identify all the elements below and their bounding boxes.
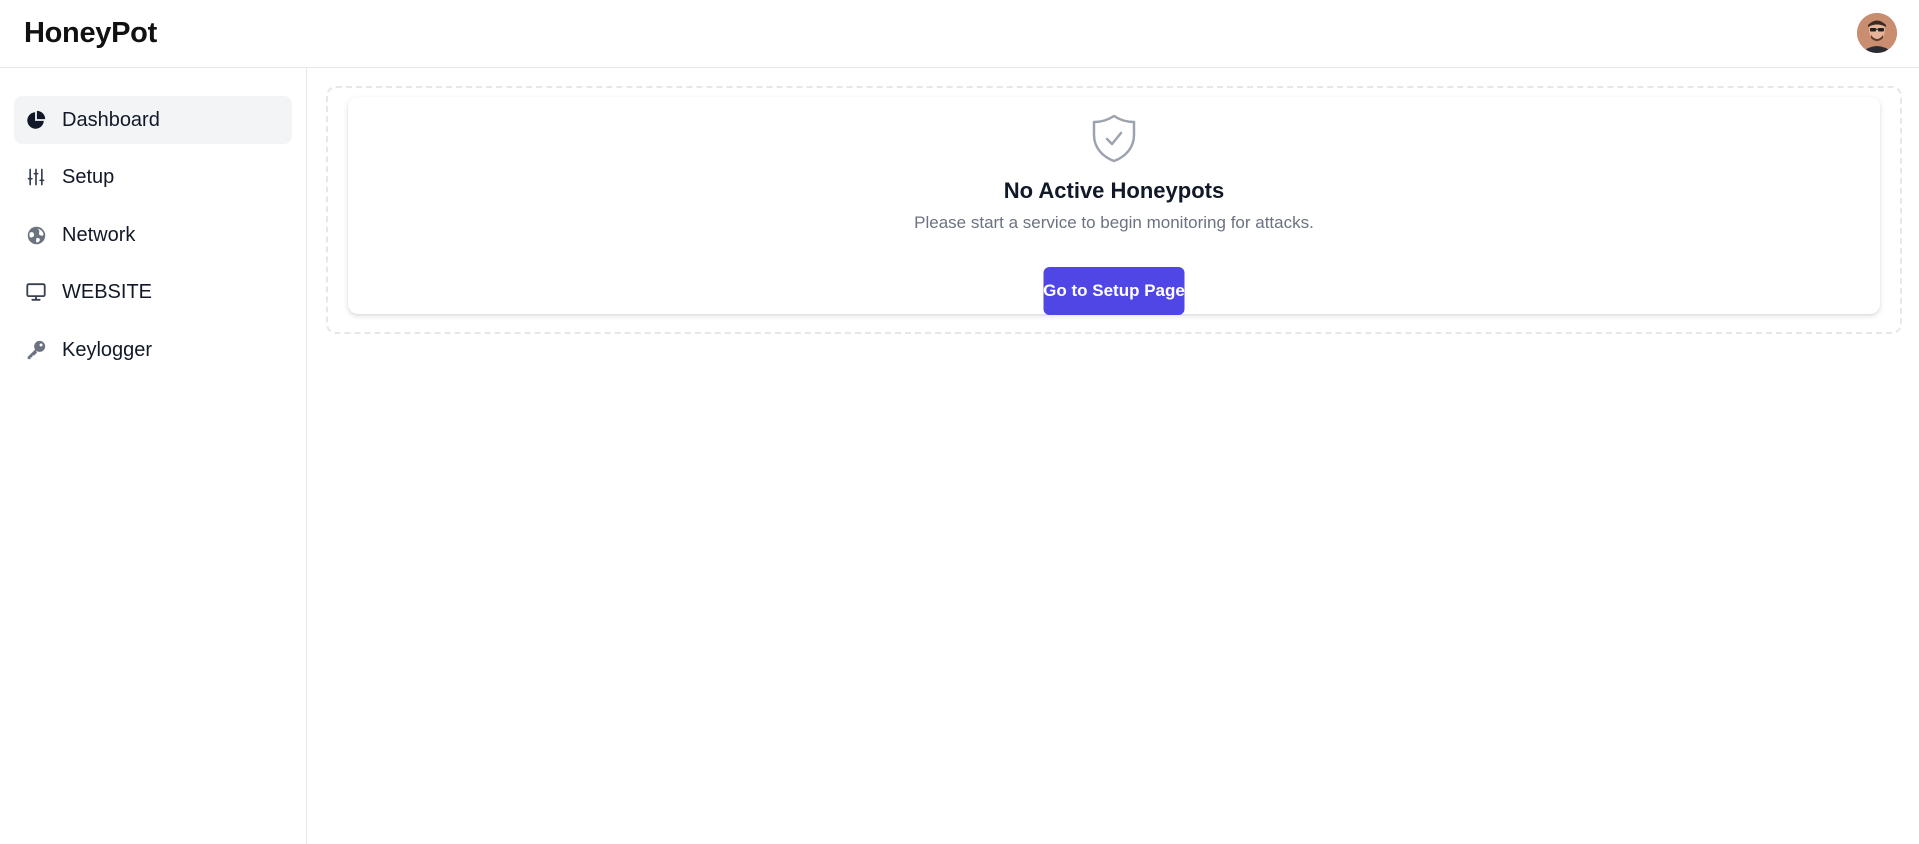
sidebar-item-label: Dashboard [62, 109, 160, 131]
empty-state-title: No Active Honeypots [1003, 178, 1225, 203]
pie-chart-icon [24, 108, 48, 132]
sliders-icon [24, 165, 48, 189]
top-bar: HoneyPot [0, 0, 1919, 68]
avatar-image [1857, 13, 1897, 53]
key-icon [24, 338, 48, 362]
monitor-icon [24, 280, 48, 304]
user-avatar[interactable] [1857, 13, 1897, 53]
app-title: HoneyPot [24, 17, 157, 49]
sidebar: Dashboard Setup Network WEBSITE Keylogge… [0, 68, 307, 844]
sidebar-item-website[interactable]: WEBSITE [14, 268, 292, 316]
sidebar-item-label: Network [62, 224, 136, 246]
main-content: No Active Honeypots Please start a servi… [307, 68, 1919, 844]
go-to-setup-button[interactable]: Go to Setup Page [1043, 267, 1185, 315]
empty-state-card: No Active Honeypots Please start a servi… [348, 97, 1880, 315]
empty-state-subtitle: Please start a service to begin monitori… [914, 213, 1314, 232]
sidebar-item-setup[interactable]: Setup [14, 153, 292, 201]
sidebar-item-label: Setup [62, 166, 115, 188]
sidebar-item-label: WEBSITE [62, 281, 153, 303]
globe-icon [24, 223, 48, 247]
sidebar-item-label: Keylogger [62, 339, 153, 361]
sidebar-item-network[interactable]: Network [14, 211, 292, 259]
sidebar-item-keylogger[interactable]: Keylogger [14, 326, 292, 374]
shield-check-icon [1090, 113, 1138, 163]
sidebar-item-dashboard[interactable]: Dashboard [14, 96, 292, 144]
